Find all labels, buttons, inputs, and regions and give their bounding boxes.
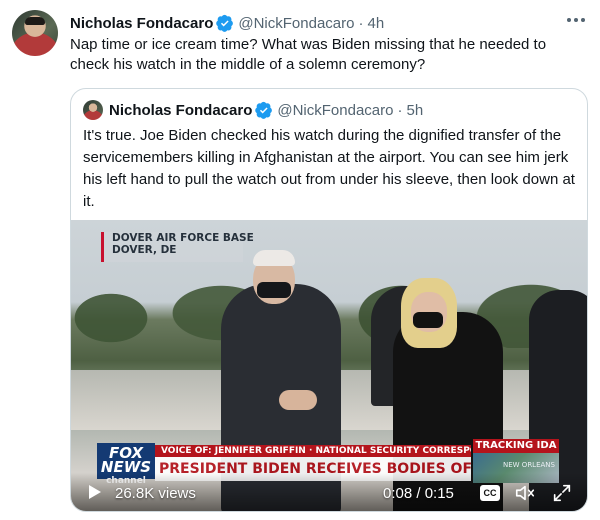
tweet[interactable]: Nicholas Fondacaro @NickFondacaro · 4h N…	[0, 0, 600, 520]
view-count: 26.8K views	[115, 485, 196, 502]
author-name[interactable]: Nicholas Fondacaro	[70, 15, 213, 32]
verified-badge-icon	[255, 101, 273, 119]
video-person-mask	[413, 312, 443, 328]
video-player[interactable]: DOVER AIR FORCE BASE DOVER, DE FOX NEWS …	[71, 220, 587, 511]
closed-captions-icon[interactable]: CC	[480, 485, 500, 501]
fullscreen-icon[interactable]	[551, 482, 573, 504]
separator-dot: ·	[397, 101, 403, 119]
network-logo-line-2: NEWS	[100, 458, 152, 476]
quoted-avatar	[83, 100, 103, 120]
tracking-label: TRACKING IDA	[473, 439, 559, 453]
quoted-tweet-header: Nicholas Fondacaro @NickFondacaro · 5h	[83, 99, 423, 121]
author-handle[interactable]: @NickFondacaro	[238, 15, 354, 32]
separator-dot: ·	[358, 14, 364, 32]
avatar[interactable]	[12, 10, 58, 56]
quoted-tweet-timestamp: 5h	[406, 101, 424, 119]
video-person-hair	[253, 250, 295, 266]
verified-badge-icon	[216, 14, 234, 32]
video-timecode: 0:08 / 0:15	[383, 485, 454, 502]
mute-icon[interactable]	[514, 482, 536, 504]
play-icon[interactable]	[89, 485, 101, 499]
quoted-tweet-text: It's true. Joe Biden checked his watch d…	[83, 127, 575, 210]
quoted-author-handle: @NickFondacaro	[277, 101, 394, 119]
video-person-hands	[279, 390, 317, 410]
more-options-icon[interactable]	[564, 10, 588, 30]
tweet-text: Nap time or ice cream time? What was Bid…	[70, 36, 547, 73]
location-line-2: DOVER, DE	[112, 244, 177, 256]
quoted-tweet[interactable]: Nicholas Fondacaro @NickFondacaro · 5h I…	[70, 88, 588, 512]
video-person-mask	[257, 282, 291, 298]
location-line-1: DOVER AIR FORCE BASE	[112, 232, 254, 244]
chyron-top: VOICE OF: JENNIFER GRIFFIN · NATIONAL SE…	[155, 445, 471, 457]
location-chyron: DOVER AIR FORCE BASE DOVER, DE	[101, 232, 254, 262]
tweet-timestamp[interactable]: 4h	[367, 15, 384, 32]
quoted-author-name: Nicholas Fondacaro	[109, 101, 253, 119]
tweet-header: Nicholas Fondacaro @NickFondacaro · 4h	[70, 12, 556, 34]
